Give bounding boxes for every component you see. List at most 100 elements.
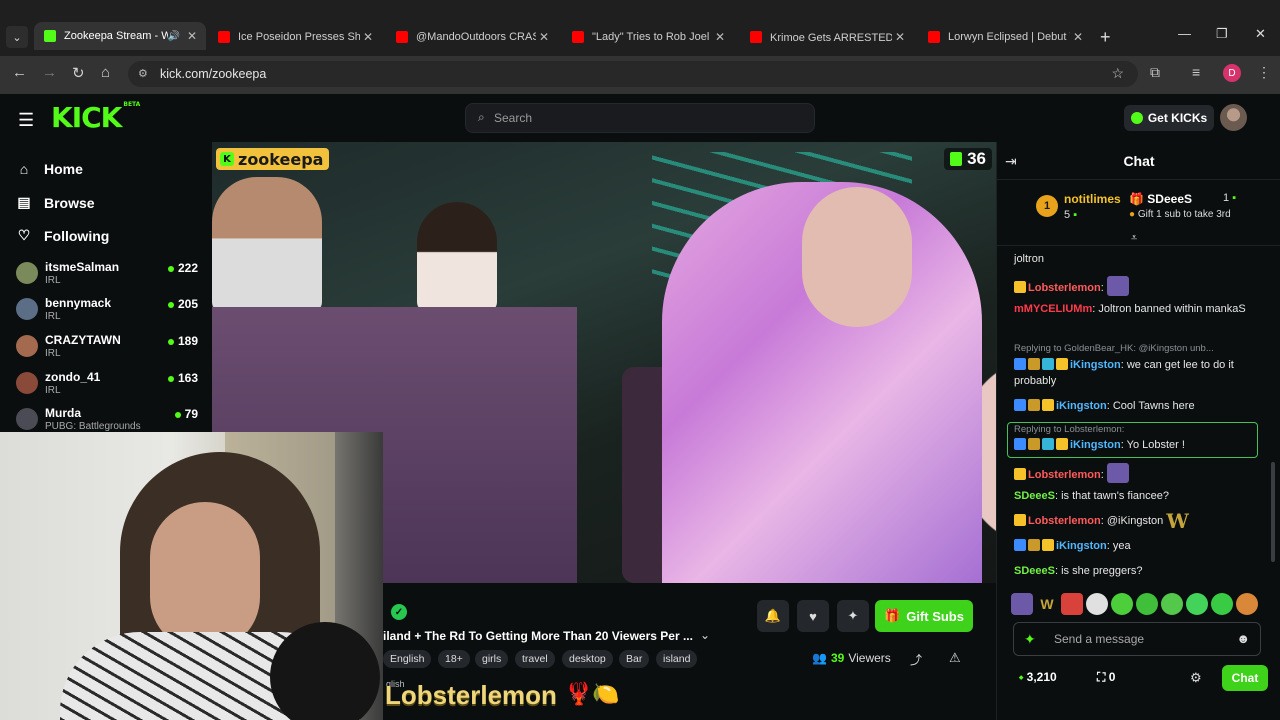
home-browser-icon[interactable]: ⌂	[101, 64, 110, 81]
tag-island[interactable]: island	[656, 650, 698, 668]
tag-travel[interactable]: travel	[515, 650, 555, 668]
user-avatar[interactable]	[1220, 104, 1247, 131]
close-tab-icon[interactable]: ✕	[892, 30, 908, 44]
address-bar[interactable]: ⚙ kick.com/zookeepa ☆	[128, 61, 1138, 87]
stream-overlay-emojis: 🦞🍋	[565, 681, 620, 706]
close-tab-icon[interactable]: ✕	[360, 30, 376, 44]
chat-input-box[interactable]: ✦ ☻	[1013, 622, 1261, 656]
browser-tab-1[interactable]: Ice Poseidon Presses Shoo ✕	[208, 24, 382, 50]
streamer-name-overlay: K zookeepa	[216, 148, 330, 170]
chat-message: iKingston: Yo Lobster !	[1014, 437, 1260, 453]
browser-tab-5[interactable]: Lorwyn Eclipsed | Debut V ✕	[918, 24, 1092, 50]
extensions-icon[interactable]: ⧉	[1150, 64, 1160, 81]
speaker-icon[interactable]: 🔊	[168, 31, 180, 42]
notification-bell-button[interactable]: 🔔	[757, 600, 789, 632]
follow-button[interactable]: ♥	[797, 600, 829, 632]
emoji-picker-icon[interactable]: ☻	[1236, 631, 1250, 646]
tag-desktop[interactable]: desktop	[562, 650, 613, 668]
gift-count[interactable]: ⛶ 0	[1097, 670, 1115, 685]
stream-overlay-username: Lobsterlemon	[385, 680, 557, 710]
browser-profile-avatar[interactable]: D	[1223, 64, 1241, 82]
reply-context[interactable]: Replying to GoldenBear_HK: @iKingston un…	[1014, 343, 1260, 354]
emote-button[interactable]	[1111, 593, 1133, 615]
browser-tab-2[interactable]: @MandoOutdoors CRASH ✕	[386, 24, 558, 50]
kick-sparkle-icon[interactable]: ✦	[1024, 631, 1036, 648]
sub-badge-icon	[1056, 438, 1068, 450]
leader-username[interactable]: notitlimes	[1064, 192, 1121, 206]
second-username[interactable]: 🎁 SDeeeS	[1129, 192, 1192, 206]
sidebar-channel-itsmesalman[interactable]: itsmeSalman IRL 222	[14, 258, 204, 292]
report-icon[interactable]: ⚠	[949, 650, 961, 666]
nav-following[interactable]: ♡ Following	[16, 227, 110, 244]
browser-tab-3[interactable]: "Lady" Tries to Rob Joel | k ✕	[562, 24, 734, 50]
menu-icon[interactable]: ☰	[18, 110, 34, 131]
tag-english[interactable]: English	[383, 650, 432, 668]
quick-emote-bar: W	[1011, 593, 1271, 617]
sidebar-channel-crazytawn[interactable]: CRAZYTAWN IRL 189	[14, 331, 204, 365]
search-input[interactable]	[494, 109, 794, 127]
og-badge-icon	[1042, 438, 1054, 450]
sidebar-channel-bennymack[interactable]: bennymack IRL 205	[14, 294, 204, 328]
gift-subs-button[interactable]: 🎁 Gift Subs	[875, 600, 973, 632]
emote-button[interactable]	[1011, 593, 1033, 615]
channel-points[interactable]: ⬩ 3,210	[1019, 670, 1057, 685]
nav-home[interactable]: ⌂ Home	[16, 161, 83, 177]
reload-icon[interactable]: ↻	[72, 64, 85, 82]
channel-avatar	[16, 335, 38, 357]
coin-icon: ●	[1129, 209, 1136, 220]
media-controls-icon[interactable]: ≡	[1192, 64, 1200, 80]
send-chat-button[interactable]: Chat	[1222, 665, 1268, 691]
w-emote-button[interactable]: W	[1036, 593, 1058, 615]
forward-icon[interactable]: →	[42, 64, 57, 81]
tag-girls[interactable]: girls	[475, 650, 509, 668]
close-tab-icon[interactable]: ✕	[1070, 30, 1086, 44]
w-emote-icon: W	[1166, 509, 1189, 533]
viewers-icon: 👥	[812, 651, 827, 665]
emote-button[interactable]	[1236, 593, 1258, 615]
chat-footer: ⬩ 3,210 ⛶ 0 ⚙ Chat	[997, 664, 1280, 692]
close-tab-icon[interactable]: ✕	[184, 29, 200, 43]
close-window-icon[interactable]: ✕	[1255, 26, 1266, 42]
share-icon[interactable]: ⤴	[910, 651, 922, 668]
search-box[interactable]: ⌕	[465, 103, 815, 133]
tag-bar[interactable]: Bar	[619, 650, 650, 668]
emote-button[interactable]	[1061, 593, 1083, 615]
expand-leaderboard-icon[interactable]: ⩡	[1131, 232, 1137, 245]
kick-logo[interactable]: KICK BETA	[51, 101, 140, 134]
new-tab-icon[interactable]: +	[1100, 27, 1111, 48]
browser-menu-icon[interactable]: ⋮	[1257, 64, 1271, 81]
tab-search-button[interactable]: ⌄	[6, 26, 28, 48]
reply-context[interactable]: Replying to Lobsterlemon:	[1014, 424, 1260, 436]
tag-18plus[interactable]: 18+	[438, 650, 470, 668]
chat-settings-gear-icon[interactable]: ⚙	[1190, 670, 1202, 686]
get-kicks-button[interactable]: Get KICKs	[1124, 105, 1214, 131]
live-viewer-count: 163	[167, 371, 198, 385]
back-icon[interactable]: ←	[12, 64, 27, 81]
address-url: kick.com/zookeepa	[160, 67, 267, 81]
bookmark-star-icon[interactable]: ☆	[1111, 65, 1124, 82]
emote-button[interactable]	[1136, 593, 1158, 615]
emote-button[interactable]	[1211, 593, 1233, 615]
minimize-icon[interactable]: —	[1178, 26, 1191, 41]
chat-message-input[interactable]	[1054, 631, 1229, 647]
restore-icon[interactable]: ❐	[1216, 26, 1228, 42]
sidebar-channel-zondo-41[interactable]: zondo_41 IRL 163	[14, 368, 204, 402]
emote-button[interactable]	[1086, 593, 1108, 615]
sparkle-icon: ✦	[847, 608, 859, 623]
gift-prompt[interactable]: ● Gift 1 sub to take 3rd	[1129, 209, 1231, 220]
youtube-favicon-icon	[750, 31, 762, 43]
emote-button[interactable]	[1161, 593, 1183, 615]
emote-button[interactable]	[1186, 593, 1208, 615]
close-tab-icon[interactable]: ✕	[712, 30, 728, 44]
chevron-down-icon[interactable]: ⌄	[700, 628, 710, 642]
webcam-overlay	[0, 432, 383, 720]
browser-tab-4[interactable]: Krimoe Gets ARRESTED! ✈ ✕	[740, 24, 914, 50]
kick-logo-icon: K	[220, 152, 234, 166]
nav-browse[interactable]: ▤ Browse	[16, 194, 94, 211]
close-tab-icon[interactable]: ✕	[536, 30, 552, 44]
chat-scrollbar[interactable]	[1271, 462, 1275, 562]
kick-favicon-icon	[44, 30, 56, 42]
clip-button[interactable]: ✦	[837, 600, 869, 632]
site-info-icon[interactable]: ⚙	[138, 67, 148, 80]
browser-tab-0[interactable]: Zookeepa Stream - Wa 🔊 ✕	[34, 22, 206, 50]
